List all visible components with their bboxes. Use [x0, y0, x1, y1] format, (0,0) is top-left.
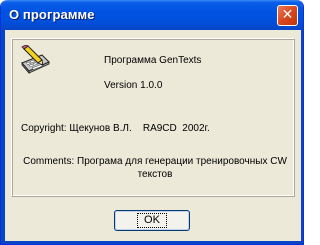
about-dialog: О программе ✕ Программа GenTexts Version… — [0, 0, 304, 245]
keyboard-pencil-icon — [21, 45, 50, 75]
title-bar[interactable]: О программе ✕ — [1, 0, 303, 30]
close-icon: ✕ — [281, 7, 294, 23]
comments-label: Comments: Програма для генерации трениро… — [23, 156, 287, 180]
window-frame-bottom — [1, 241, 303, 244]
window-frame-right — [301, 30, 303, 244]
copyright-label: Copyright: Щекунов В.Л. RA9CD 2002г. — [21, 123, 210, 134]
ok-button-label: OK — [137, 213, 167, 228]
close-button[interactable]: ✕ — [277, 5, 298, 26]
window-title: О программе — [9, 7, 95, 22]
ok-button[interactable]: OK — [114, 210, 190, 231]
version-label: Version 1.0.0 — [104, 80, 163, 91]
window-frame-left — [1, 30, 5, 244]
product-name: Программа GenTexts — [104, 55, 202, 66]
